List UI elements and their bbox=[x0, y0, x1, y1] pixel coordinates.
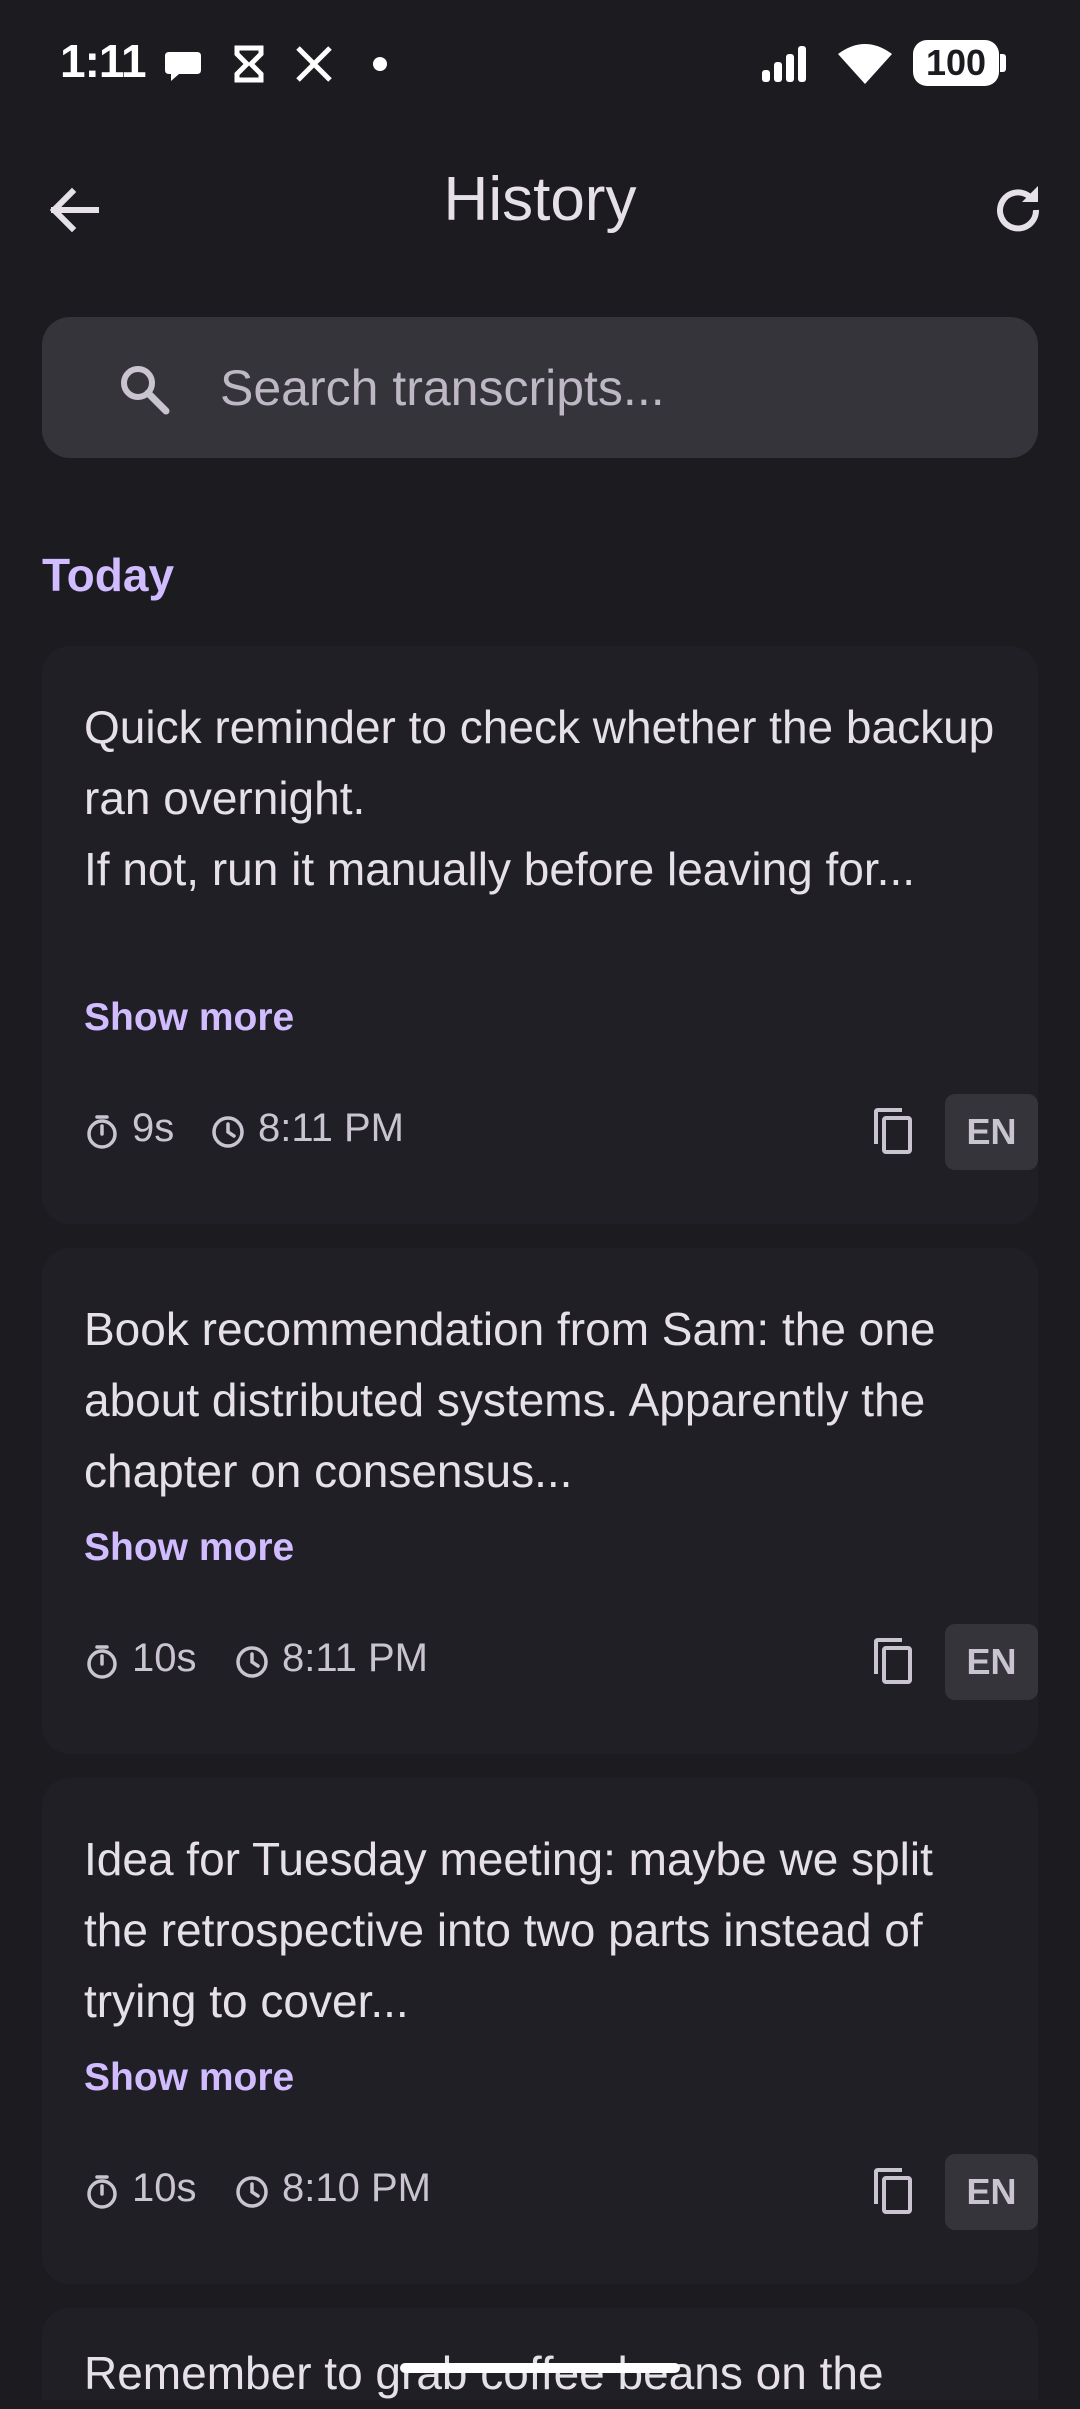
clock-icon bbox=[236, 1646, 268, 1678]
search-input[interactable] bbox=[220, 317, 1000, 458]
clock-icon bbox=[236, 2176, 268, 2208]
language-badge: EN bbox=[945, 1624, 1038, 1700]
duration-label: 9s bbox=[132, 1106, 175, 1150]
signal-icon bbox=[762, 46, 806, 82]
transcript-text: Idea for Tuesday meeting: maybe we split… bbox=[84, 1833, 933, 2027]
dot-icon bbox=[373, 57, 387, 71]
copy-button[interactable] bbox=[864, 1632, 924, 1692]
copy-icon bbox=[874, 1638, 912, 1684]
app-bar: History bbox=[0, 140, 1080, 260]
transcript-card[interactable]: Remember to grab coffee beans on the bbox=[42, 2308, 1038, 2400]
x-logo-icon bbox=[296, 46, 332, 82]
home-indicator[interactable] bbox=[400, 2363, 680, 2373]
status-bar: 1:11 100 bbox=[0, 0, 1080, 130]
copy-icon bbox=[874, 1108, 912, 1154]
time-label: 8:11 PM bbox=[282, 1636, 428, 1680]
show-more-link[interactable]: Show more bbox=[84, 1526, 294, 1570]
transcript-meta: 9s 8:11 PM EN bbox=[84, 1094, 1038, 1170]
refresh-icon bbox=[997, 186, 1040, 232]
transcript-text: Remember to grab coffee beans on the bbox=[84, 2347, 884, 2399]
copy-icon bbox=[874, 2168, 912, 2214]
status-time: 1:11 bbox=[60, 35, 147, 87]
hourglass-icon bbox=[234, 45, 264, 83]
transcript-card[interactable]: Idea for Tuesday meeting: maybe we split… bbox=[42, 1778, 1038, 2284]
time-label: 8:11 PM bbox=[258, 1106, 404, 1150]
refresh-button[interactable] bbox=[978, 170, 1058, 250]
timer-icon bbox=[87, 1645, 117, 1679]
chat-bubble-icon bbox=[165, 52, 201, 81]
battery-level: 100 bbox=[913, 40, 999, 86]
transcript-text: Quick reminder to check whether the back… bbox=[84, 701, 995, 895]
transcript-meta: 10s 8:10 PM EN bbox=[84, 2154, 1038, 2230]
transcript-meta: 10s 8:11 PM EN bbox=[84, 1624, 1038, 1700]
clock-icon bbox=[212, 1116, 244, 1148]
copy-button[interactable] bbox=[864, 2162, 924, 2222]
duration-label: 10s bbox=[132, 1636, 197, 1680]
language-badge: EN bbox=[945, 2154, 1038, 2230]
transcript-card[interactable]: Quick reminder to check whether the back… bbox=[42, 646, 1038, 1224]
show-more-link[interactable]: Show more bbox=[84, 996, 294, 1040]
transcript-text: Book recommendation from Sam: the one ab… bbox=[84, 1303, 936, 1497]
time-label: 8:10 PM bbox=[282, 2166, 431, 2210]
timer-icon bbox=[87, 1115, 117, 1149]
language-badge: EN bbox=[945, 1094, 1038, 1170]
show-more-link[interactable]: Show more bbox=[84, 2056, 294, 2100]
search-icon bbox=[121, 366, 170, 415]
timer-icon bbox=[87, 2175, 117, 2209]
page-title: History bbox=[443, 165, 637, 234]
duration-label: 10s bbox=[132, 2166, 197, 2210]
copy-button[interactable] bbox=[864, 1102, 924, 1162]
search-bar[interactable] bbox=[42, 317, 1038, 458]
transcript-card[interactable]: Book recommendation from Sam: the one ab… bbox=[42, 1248, 1038, 1754]
battery-icon bbox=[1000, 54, 1006, 72]
wifi-icon bbox=[838, 44, 892, 84]
section-header-today: Today bbox=[42, 549, 175, 601]
